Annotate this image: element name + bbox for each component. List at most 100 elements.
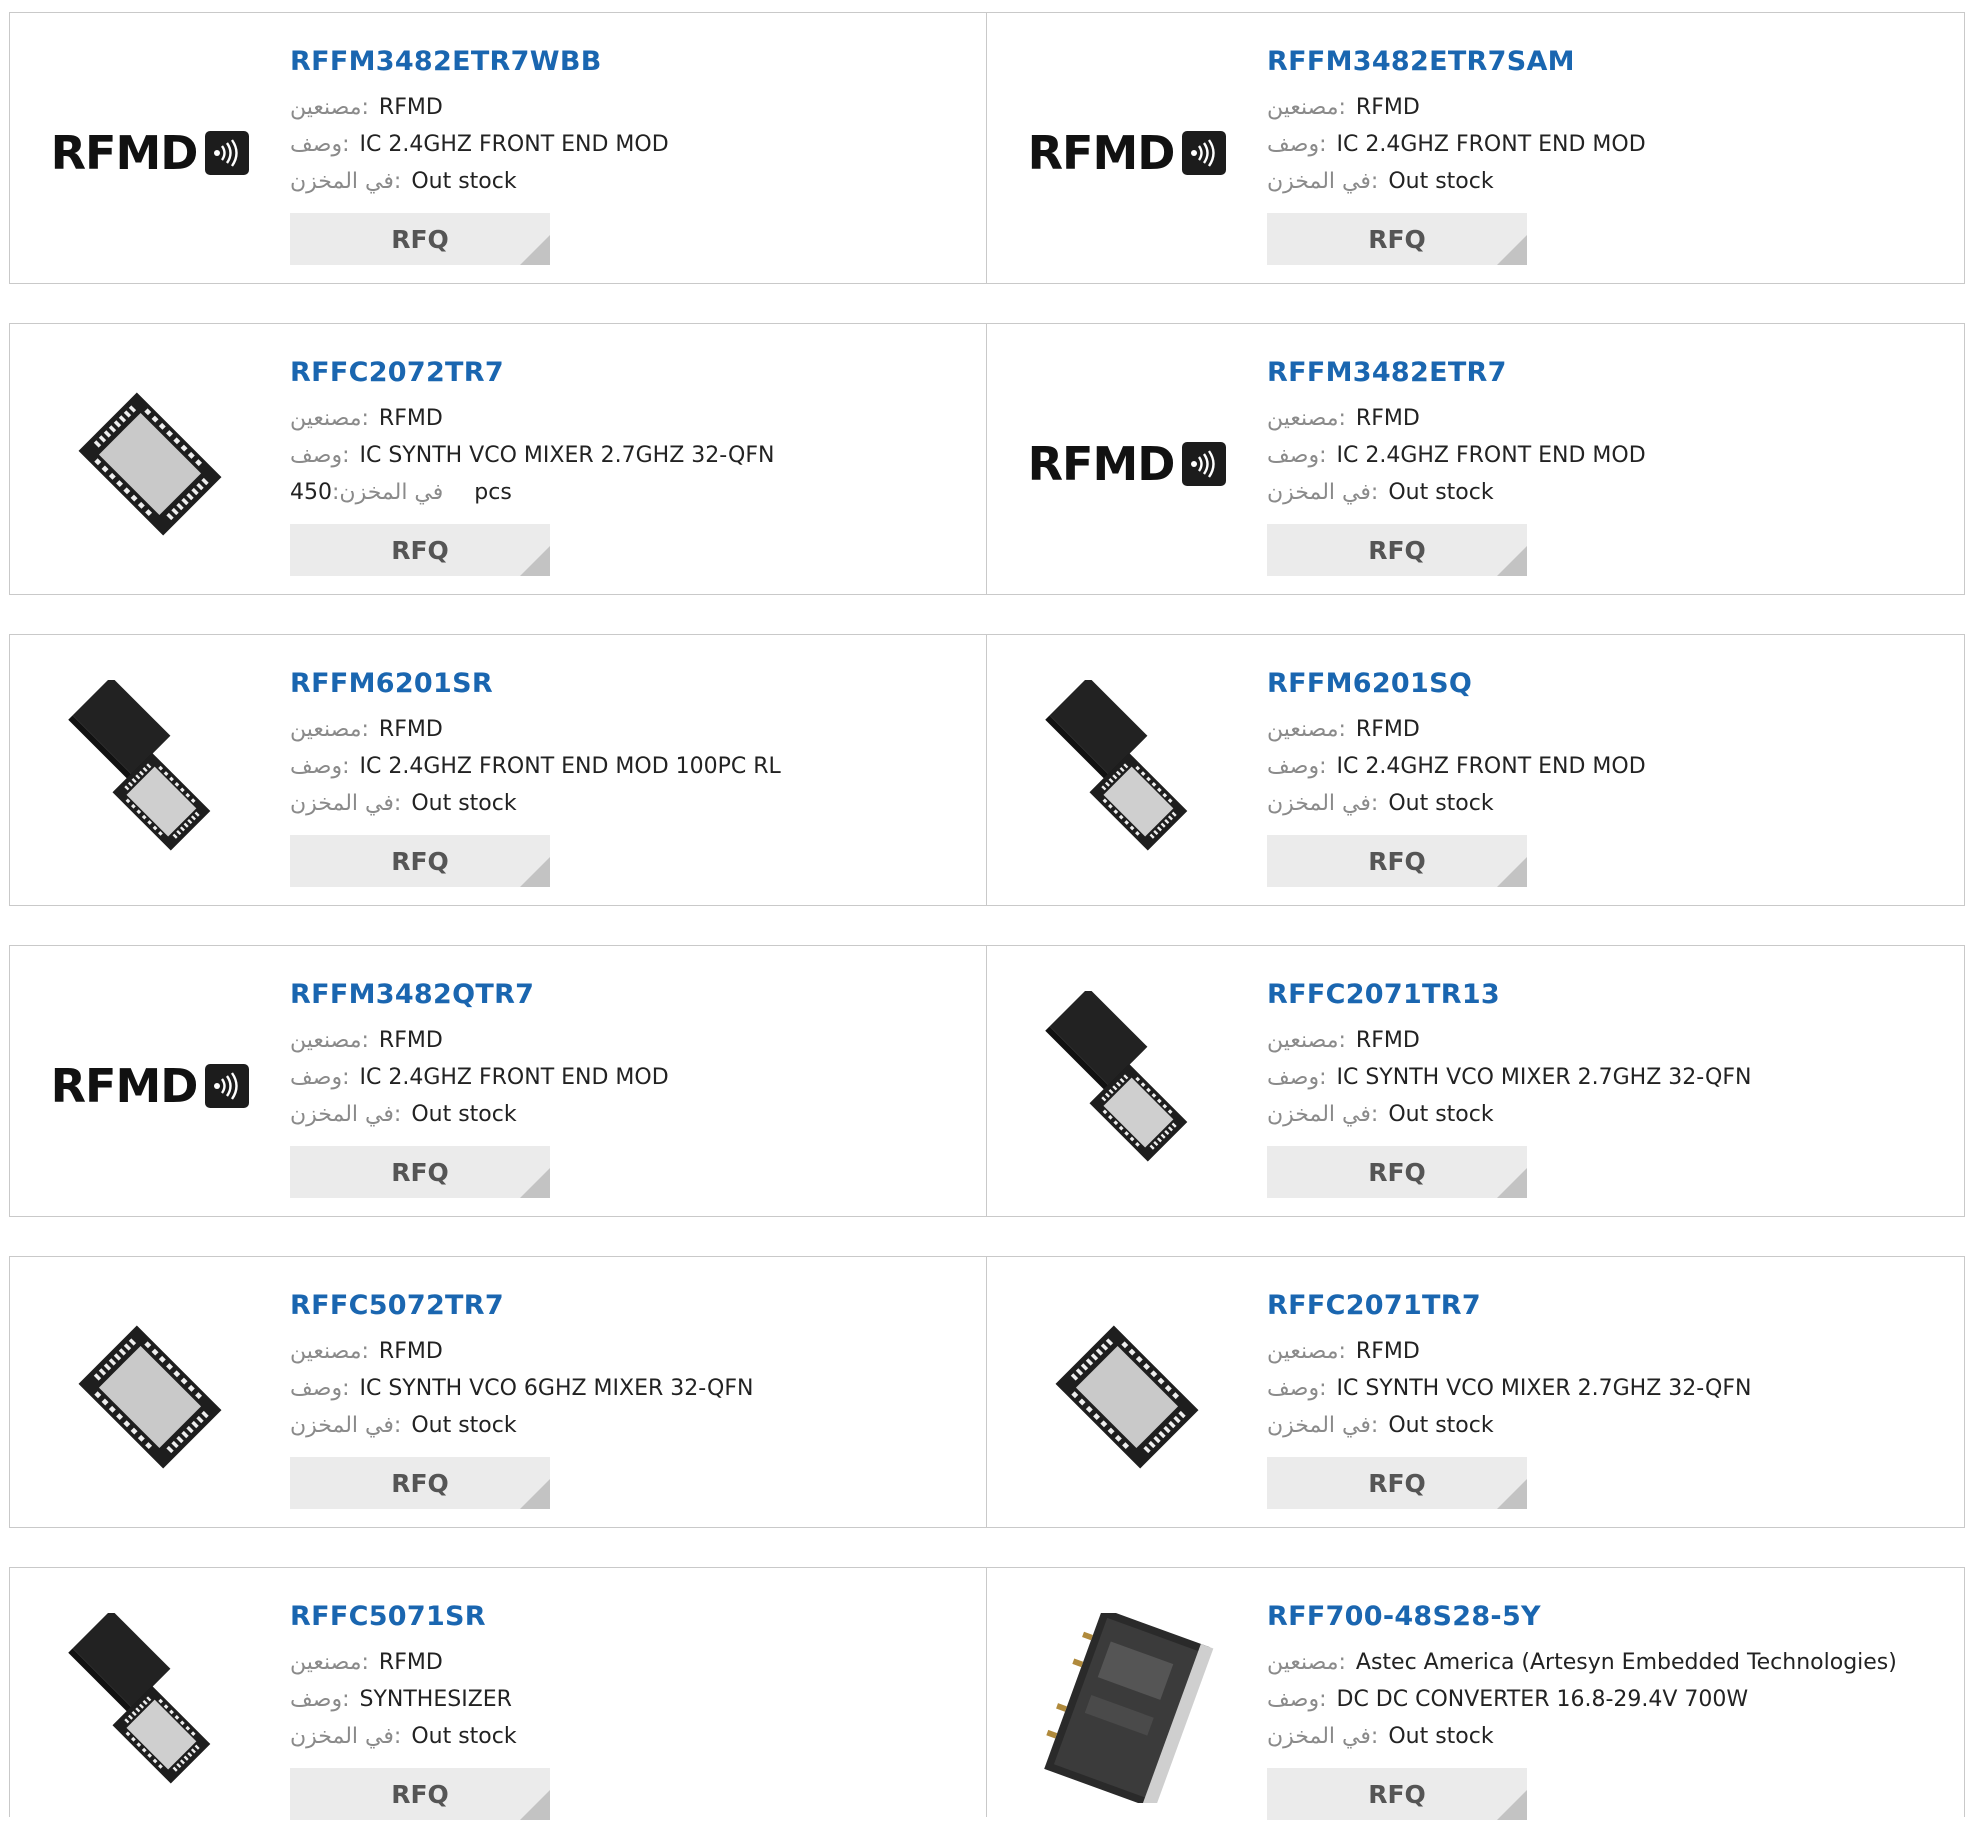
rfq-label: RFQ <box>391 535 449 565</box>
product-card: RFFC5072TR7 مصنعين: RFMD وصف: IC SYNTH VCO… <box>10 1257 987 1527</box>
stock-line: في المخزن: Out stock <box>1267 163 1944 200</box>
rfq-button[interactable]: RFQ <box>290 213 550 265</box>
rfq-button[interactable]: RFQ <box>1267 1768 1527 1820</box>
stock-value: Out stock <box>411 1102 517 1127</box>
manufacturer-label: مصنعين: <box>290 717 369 742</box>
description-value: IC SYNTH VCO MIXER 2.7GHZ 32-QFN <box>1336 1376 1752 1401</box>
rfq-label: RFQ <box>1368 224 1426 254</box>
rfq-button[interactable]: RFQ <box>290 1457 550 1509</box>
stock-value: Out stock <box>411 791 517 816</box>
stock-label: في المخزن: <box>1267 791 1379 816</box>
stock-label: في المخزن: <box>290 1724 402 1749</box>
stock-label: في المخزن: <box>332 480 444 505</box>
manufacturer-label: مصنعين: <box>1267 717 1346 742</box>
description-line: وصف: IC 2.4GHZ FRONT END MOD <box>290 126 966 163</box>
qfn-pair-icon[interactable] <box>1027 675 1227 875</box>
qfn-pair-icon[interactable] <box>50 1608 250 1808</box>
manufacturer-label: مصنعين: <box>1267 95 1346 120</box>
description-label: وصف: <box>1267 754 1327 779</box>
stock-line: في المخزن: Out stock <box>1267 474 1944 511</box>
manufacturer-value: RFMD <box>1355 406 1420 431</box>
stock-line: في المخزن: Out stock <box>290 1718 966 1755</box>
manufacturer-logo[interactable]: RFMD <box>1027 53 1227 253</box>
description-label: وصف: <box>290 443 350 468</box>
manufacturer-label: مصنعين: <box>290 1339 369 1364</box>
manufacturer-line: مصنعين: Astec America (Artesyn Embedded T… <box>1267 1644 1944 1681</box>
rfq-button[interactable]: RFQ <box>1267 1457 1527 1509</box>
part-number-link[interactable]: RFFM3482ETR7SAM <box>1267 45 1944 79</box>
description-label: وصف: <box>1267 1376 1327 1401</box>
description-line: وصف: IC 2.4GHZ FRONT END MOD 100PC RL <box>290 748 966 785</box>
stock-value: Out stock <box>411 1413 517 1438</box>
manufacturer-value: RFMD <box>378 1339 443 1364</box>
manufacturer-label: مصنعين: <box>290 1028 369 1053</box>
part-number-link[interactable]: RFFC2072TR7 <box>290 356 966 390</box>
qfn-pair-icon[interactable] <box>50 675 250 875</box>
product-card: RFF700-48S28-5Y مصنعين: Astec America (Ar… <box>987 1568 1964 1820</box>
stock-label: في المخزن: <box>1267 1102 1379 1127</box>
manufacturer-logo[interactable]: RFMD <box>1027 364 1227 564</box>
manufacturer-logo[interactable]: RFMD <box>50 986 250 1186</box>
qfn-pair-icon[interactable] <box>1027 986 1227 1186</box>
manufacturer-line: مصنعين: RFMD <box>1267 1022 1944 1059</box>
part-number-link[interactable]: RFFM3482ETR7WBB <box>290 45 966 79</box>
description-label: وصف: <box>1267 1065 1327 1090</box>
rfq-button[interactable]: RFQ <box>290 1768 550 1820</box>
manufacturer-label: مصنعين: <box>1267 1339 1346 1364</box>
rfq-label: RFQ <box>1368 535 1426 565</box>
product-card: RFFC2071TR13 مصنعين: RFMD وصف: IC SYNTH VC… <box>987 946 1964 1216</box>
stock-unit: pcs <box>474 480 512 505</box>
stock-line: في المخزن: Out stock <box>1267 1718 1944 1755</box>
part-number-link[interactable]: RFFC5071SR <box>290 1600 966 1634</box>
rfq-label: RFQ <box>1368 1779 1426 1809</box>
part-number-link[interactable]: RFFM6201SR <box>290 667 966 701</box>
dc-converter-icon[interactable] <box>1027 1608 1227 1808</box>
rfq-button[interactable]: RFQ <box>1267 1146 1527 1198</box>
description-label: وصف: <box>290 754 350 779</box>
description-label: وصف: <box>290 1065 350 1090</box>
description-value: IC SYNTH VCO MIXER 2.7GHZ 32-QFN <box>1336 1065 1752 1090</box>
rfq-label: RFQ <box>1368 1157 1426 1187</box>
part-number-link[interactable]: RFFM6201SQ <box>1267 667 1944 701</box>
manufacturer-line: مصنعين: RFMD <box>290 1022 966 1059</box>
manufacturer-line: مصنعين: RFMD <box>1267 400 1944 437</box>
corner-triangle <box>1497 1479 1527 1509</box>
part-number-link[interactable]: RFFM3482QTR7 <box>290 978 966 1012</box>
part-number-link[interactable]: RFFC2071TR13 <box>1267 978 1944 1012</box>
manufacturer-value: RFMD <box>1355 1028 1420 1053</box>
product-info: RFF700-48S28-5Y مصنعين: Astec America (Ar… <box>1267 1600 1944 1820</box>
manufacturer-line: مصنعين: RFMD <box>290 1333 966 1370</box>
description-value: IC 2.4GHZ FRONT END MOD <box>359 132 669 157</box>
description-value: IC 2.4GHZ FRONT END MOD <box>359 1065 669 1090</box>
product-card: RFMD RFFM3482QTR7 مصنعين: RFMD وصف: IC 2.4… <box>10 946 987 1216</box>
stock-line: في المخزن: Out stock <box>290 1407 966 1444</box>
manufacturer-value: Astec America (Artesyn Embedded Technolo… <box>1355 1650 1897 1675</box>
qfn-chip-icon[interactable] <box>1027 1297 1227 1497</box>
qfn-chip-icon[interactable] <box>50 364 250 564</box>
manufacturer-label: مصنعين: <box>290 1650 369 1675</box>
manufacturer-value: RFMD <box>378 406 443 431</box>
rfq-button[interactable]: RFQ <box>1267 524 1527 576</box>
description-value: IC SYNTH VCO 6GHZ MIXER 32-QFN <box>359 1376 754 1401</box>
rfmd-wave-icon <box>1182 131 1227 175</box>
rfmd-logo-text: RFMD <box>50 1059 199 1113</box>
description-line: وصف: IC SYNTH VCO MIXER 2.7GHZ 32-QFN <box>1267 1059 1944 1096</box>
part-number-link[interactable]: RFFC5072TR7 <box>290 1289 966 1323</box>
rfq-button[interactable]: RFQ <box>290 835 550 887</box>
part-number-link[interactable]: RFFC2071TR7 <box>1267 1289 1944 1323</box>
part-number-link[interactable]: RFFM3482ETR7 <box>1267 356 1944 390</box>
manufacturer-logo[interactable]: RFMD <box>50 53 250 253</box>
rfq-label: RFQ <box>1368 1468 1426 1498</box>
stock-value: Out stock <box>1388 791 1494 816</box>
manufacturer-label: مصنعين: <box>290 95 369 120</box>
rfq-button[interactable]: RFQ <box>1267 835 1527 887</box>
manufacturer-value: RFMD <box>1355 95 1420 120</box>
part-number-link[interactable]: RFF700-48S28-5Y <box>1267 1600 1944 1634</box>
stock-label: في المخزن: <box>290 1413 402 1438</box>
qfn-chip-icon[interactable] <box>50 1297 250 1497</box>
stock-label: في المخزن: <box>290 791 402 816</box>
rfq-button[interactable]: RFQ <box>290 1146 550 1198</box>
rfq-button[interactable]: RFQ <box>290 524 550 576</box>
rfq-button[interactable]: RFQ <box>1267 213 1527 265</box>
description-label: وصف: <box>290 132 350 157</box>
